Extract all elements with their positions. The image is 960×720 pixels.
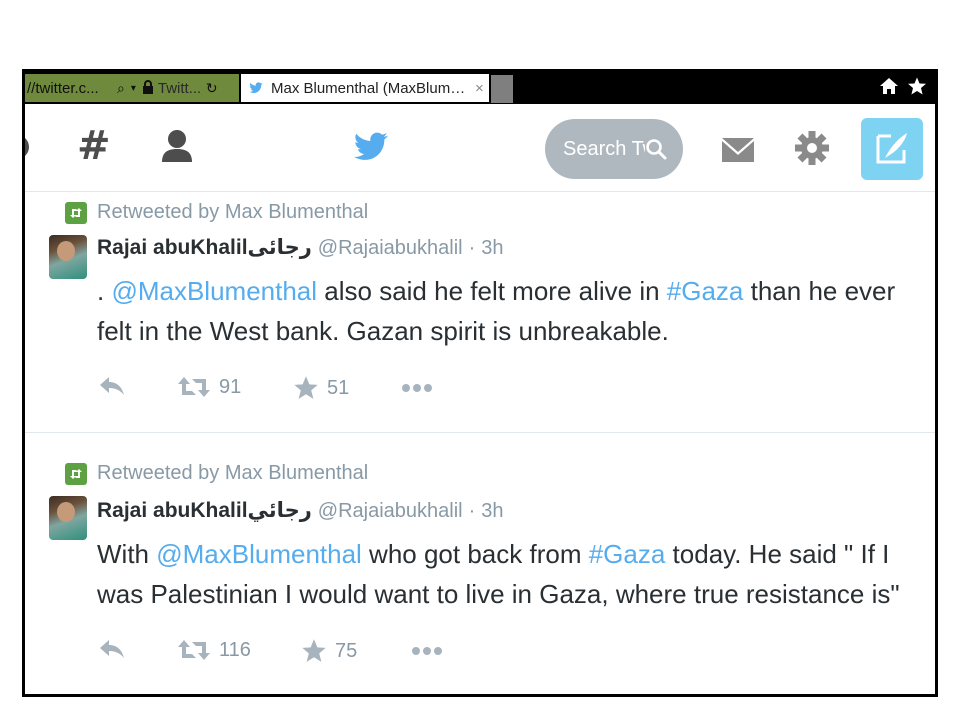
retweet-icon xyxy=(178,377,210,397)
user-name[interactable]: Rajai abuKhalilرجائى xyxy=(97,235,312,260)
user-handle[interactable]: @Rajaiabukhalil xyxy=(318,237,463,260)
search-icon[interactable] xyxy=(645,138,667,160)
hashtag-link[interactable]: #Gaza xyxy=(667,276,744,306)
hashtag-link[interactable]: #Gaza xyxy=(589,539,666,569)
text-segment: today. He said " If I xyxy=(665,539,890,569)
text-segment: also said he felt more alive in xyxy=(317,276,667,306)
avatar[interactable] xyxy=(49,496,87,540)
star-icon[interactable] xyxy=(907,76,927,96)
dropdown-arrow-icon[interactable]: ▾ xyxy=(131,83,136,94)
timestamp[interactable]: 3h xyxy=(481,500,503,523)
favorite-button[interactable]: 51 xyxy=(293,375,349,401)
new-tab-button[interactable] xyxy=(491,75,513,103)
compose-quill-icon xyxy=(876,133,907,164)
mention-link[interactable]: @MaxBlumenthal xyxy=(156,539,362,569)
favorite-star-icon xyxy=(302,639,326,662)
more-options-button[interactable] xyxy=(401,383,433,393)
more-dots-icon xyxy=(412,647,442,655)
retweet-badge-icon xyxy=(65,462,87,485)
retweet-context: Retweeted by Max Blumenthal xyxy=(65,201,368,224)
tweet-header: Rajai abuKhalilرجائي @Rajaiabukhalil · 3… xyxy=(97,498,504,523)
favorite-star-icon xyxy=(294,376,318,399)
mention-link[interactable]: @MaxBlumenthal xyxy=(111,276,317,306)
tweet-text-line: With @MaxBlumenthal who got back from #G… xyxy=(97,534,917,574)
separator-dot: · xyxy=(468,500,476,522)
search-icon[interactable]: ⌕ xyxy=(117,80,125,97)
tweet-text-line: felt in the West bank. Gazan spirit is u… xyxy=(97,316,669,346)
twitter-header: # Search Tw xyxy=(25,104,935,192)
text-segment: who got back from xyxy=(361,539,589,569)
user-handle[interactable]: @Rajaiabukhalil xyxy=(318,500,463,523)
me-profile-icon[interactable] xyxy=(161,128,193,164)
tab-title: Max Blumenthal (MaxBlumen... xyxy=(271,79,471,97)
active-browser-tab[interactable]: Max Blumenthal (MaxBlumen... × xyxy=(241,74,489,102)
retweet-context: Retweeted by Max Blumenthal xyxy=(65,462,368,485)
search-placeholder: Search Tw xyxy=(563,137,645,160)
previous-tab-title[interactable]: Twitt... xyxy=(158,80,200,97)
home-nav-icon[interactable] xyxy=(22,130,37,164)
tweet-header: Rajai abuKhalilرجائى @Rajaiabukhalil · 3… xyxy=(97,235,504,260)
timestamp[interactable]: 3h xyxy=(481,237,503,260)
favorite-button[interactable]: 75 xyxy=(301,638,357,664)
retweeted-by-label[interactable]: Retweeted by Max Blumenthal xyxy=(97,201,368,224)
retweet-count: 116 xyxy=(219,638,251,661)
home-icon[interactable] xyxy=(879,76,899,96)
tweet-text: . @MaxBlumenthal also said he felt more … xyxy=(97,271,917,351)
reply-button[interactable] xyxy=(99,638,125,660)
browser-window: //twitter.c... ⌕ ▾ Twitt... ↻ Max Blumen… xyxy=(22,69,938,697)
tweet-text: With @MaxBlumenthal who got back from #G… xyxy=(97,534,917,614)
address-url[interactable]: //twitter.c... xyxy=(25,80,111,97)
reply-icon xyxy=(100,377,124,395)
avatar[interactable] xyxy=(49,235,87,279)
retweet-count: 91 xyxy=(219,375,242,398)
tweet-text-line: was Palestinian I would want to live in … xyxy=(97,579,900,609)
address-bar[interactable]: //twitter.c... ⌕ ▾ Twitt... ↻ xyxy=(25,74,239,102)
tweet[interactable]: Retweeted by Max Blumenthal Rajai abuKha… xyxy=(25,193,935,433)
search-input[interactable]: Search Tw xyxy=(545,119,683,179)
favorite-count: 51 xyxy=(327,376,350,399)
gear-icon[interactable] xyxy=(795,131,829,165)
favorite-count: 75 xyxy=(335,639,358,662)
browser-tab-bar: //twitter.c... ⌕ ▾ Twitt... ↻ Max Blumen… xyxy=(25,72,935,104)
retweet-button[interactable]: 91 xyxy=(177,375,241,399)
messages-envelope-icon[interactable] xyxy=(721,132,755,168)
compose-tweet-button[interactable] xyxy=(861,118,923,180)
separator-dot: · xyxy=(468,237,476,259)
twitter-bird-icon xyxy=(249,82,263,94)
tweet[interactable]: Retweeted by Max Blumenthal Rajai abuKha… xyxy=(25,434,935,694)
more-options-button[interactable] xyxy=(411,646,443,656)
reply-button[interactable] xyxy=(99,375,125,397)
close-icon[interactable]: × xyxy=(475,80,484,97)
more-dots-icon xyxy=(402,384,432,392)
refresh-icon[interactable]: ↻ xyxy=(206,80,218,97)
lock-icon xyxy=(142,79,154,97)
twitter-logo-icon[interactable] xyxy=(353,132,389,162)
reply-icon xyxy=(100,640,124,658)
tweet-text-line: . @MaxBlumenthal also said he felt more … xyxy=(97,271,917,311)
text-segment: than he ever xyxy=(743,276,896,306)
retweet-button[interactable]: 116 xyxy=(177,638,251,662)
text-segment: With xyxy=(97,539,157,569)
user-name[interactable]: Rajai abuKhalilرجائي xyxy=(97,498,312,523)
retweeted-by-label[interactable]: Retweeted by Max Blumenthal xyxy=(97,462,368,485)
retweet-badge-icon xyxy=(65,201,87,224)
text-segment: . xyxy=(97,276,112,306)
hashtag-discover-icon[interactable]: # xyxy=(77,126,111,166)
retweet-icon xyxy=(178,640,210,660)
